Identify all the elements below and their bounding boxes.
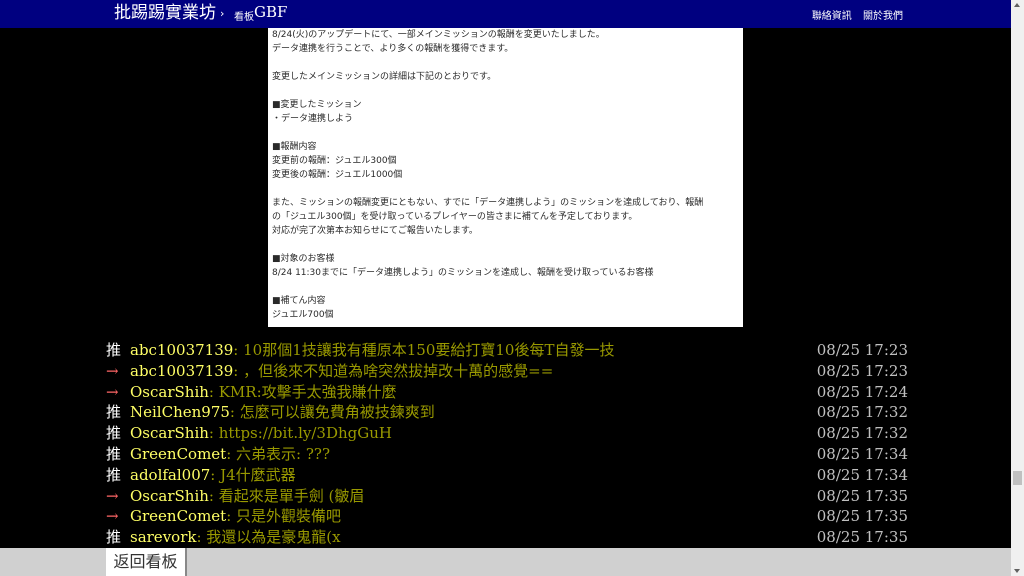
vertical-scrollbar[interactable] xyxy=(1011,0,1024,576)
comment-username: adolfal007 xyxy=(130,466,211,484)
top-links: 聯絡資訊 關於我們 xyxy=(804,7,903,22)
breadcrumb-separator: › xyxy=(220,7,225,20)
article-image-line: 8/24 11:30までに「データ連携しよう」のミッションを達成し、報酬を受け取… xyxy=(272,268,654,278)
comment-userid: OscarShih: https://bit.ly/3DhgGuH xyxy=(130,423,392,444)
article-image-line xyxy=(268,126,743,140)
comment-username: abc10037139 xyxy=(130,341,234,359)
comment-userid: OscarShih: 看起來是單手劍 (皺眉 xyxy=(130,486,364,507)
comment-userid: GreenComet: 六弟表示: ??? xyxy=(130,444,330,465)
comment-username: sarevork xyxy=(130,528,197,546)
push-comment-row: 推 OscarShih: https://bit.ly/3DhgGuH 08/25 … xyxy=(106,423,908,444)
article-image-line: ■対象のお客様 xyxy=(272,254,335,264)
comment-content: : 10那個1技讓我有種原本150要給打寶10後每T自發一技 xyxy=(233,341,615,359)
comment-content: : 我還以為是豪鬼龍(x xyxy=(196,528,341,546)
comment-username: GreenComet xyxy=(130,445,227,463)
bottom-bar: 返回看板 xyxy=(0,548,1011,576)
comment-timestamp: 08/25 17:32 xyxy=(816,424,908,442)
board-name-link[interactable]: GBF xyxy=(254,3,287,21)
site-title-link[interactable]: 批踢踢實業坊 xyxy=(114,2,216,24)
scrollbar-thumb[interactable] xyxy=(1013,471,1022,485)
comment-content: : xyxy=(208,424,219,442)
comment-content: : KMR:攻擊手太強我賺什麼 xyxy=(208,383,397,401)
article-image-line: 変更後の報酬：ジュエル1000個 xyxy=(272,170,403,180)
article-image-line: ジュエル700個 xyxy=(272,310,334,320)
push-tag: 推 xyxy=(106,403,122,421)
article-image-line: ■変更したミッション xyxy=(272,100,362,110)
push-tag: 推 xyxy=(106,466,122,484)
comment-content: : ，但後來不知道為啥突然拔掉改十萬的感覺== xyxy=(233,362,554,380)
arrow-tag: → xyxy=(106,383,119,401)
article-image-line: ■報酬内容 xyxy=(272,142,317,152)
comment-timestamp: 08/25 17:35 xyxy=(816,487,908,505)
article-image-line: ・データ連携しよう xyxy=(272,114,354,124)
arrow-tag: → xyxy=(106,487,119,505)
comment-username: GreenComet xyxy=(130,507,227,525)
comment-content: : J4什麼武器 xyxy=(210,466,296,484)
article-image-line xyxy=(268,182,743,196)
push-comment-row: 推 sarevork: 我還以為是豪鬼龍(x 08/25 17:35 xyxy=(106,527,908,548)
comment-userid: adolfal007: J4什麼武器 xyxy=(130,465,296,486)
comment-userid: GreenComet: 只是外觀裝備吧 xyxy=(130,506,341,527)
push-comment-row: → abc10037139: ，但後來不知道為啥突然拔掉改十萬的感覺== 08/25… xyxy=(106,361,908,382)
push-comment-row: 推 adolfal007: J4什麼武器 08/25 17:34 xyxy=(106,465,908,486)
comment-username: OscarShih xyxy=(130,487,209,505)
arrow-tag: → xyxy=(106,507,119,525)
comment-userid: abc10037139: ，但後來不知道為啥突然拔掉改十萬的感覺== xyxy=(130,361,553,382)
push-tag: 推 xyxy=(106,341,122,359)
comment-timestamp: 08/25 17:32 xyxy=(816,403,908,421)
comment-userid: NeilChen975: 怎麼可以讓免費角被技鍊爽到 xyxy=(130,402,435,423)
comment-username: abc10037139 xyxy=(130,362,234,380)
comment-username: NeilChen975 xyxy=(130,403,230,421)
push-comment-row: 推 NeilChen975: 怎麼可以讓免費角被技鍊爽到 08/25 17:32 xyxy=(106,402,908,423)
comment-timestamp: 08/25 17:34 xyxy=(816,445,908,463)
comment-userid: sarevork: 我還以為是豪鬼龍(x xyxy=(130,527,341,548)
comment-userid: abc10037139: 10那個1技讓我有種原本150要給打寶10後每T自發一… xyxy=(130,340,614,361)
push-comment-row: → OscarShih: KMR:攻擊手太強我賺什麼 08/25 17:24 xyxy=(106,382,908,403)
push-comment-row: 推 abc10037139: 10那個1技讓我有種原本150要給打寶10後每T自發… xyxy=(106,340,908,361)
article-image: 8/24(火)のアップデートにて、一部メインミッションの報酬を変更いたしました。… xyxy=(268,28,743,327)
comment-timestamp: 08/25 17:23 xyxy=(816,341,908,359)
comment-timestamp: 08/25 17:24 xyxy=(816,383,908,401)
about-link[interactable]: 關於我們 xyxy=(863,11,903,22)
comment-content: : 六弟表示: ??? xyxy=(226,445,330,463)
comment-username: OscarShih xyxy=(130,383,209,401)
comment-content: : 看起來是單手劍 (皺眉 xyxy=(208,487,365,505)
article-image-line: 対応が完了次第本お知らせにてご報告いたします。 xyxy=(272,226,478,236)
comment-timestamp: 08/25 17:34 xyxy=(816,466,908,484)
push-comment-row: → GreenComet: 只是外觀裝備吧 08/25 17:35 xyxy=(106,506,908,527)
comment-userid: OscarShih: KMR:攻擊手太強我賺什麼 xyxy=(130,382,397,403)
article-image-line: 変更前の報酬：ジュエル300個 xyxy=(272,156,397,166)
scroll-down-arrow-icon[interactable] xyxy=(1014,569,1020,573)
comment-timestamp: 08/25 17:35 xyxy=(816,507,908,525)
article-image-line: データ連携を行うことで、より多くの報酬を獲得できます。 xyxy=(272,44,514,54)
contact-link[interactable]: 聯絡資訊 xyxy=(812,11,852,22)
board-label: 看板 xyxy=(234,12,254,23)
article-image-line xyxy=(268,280,743,294)
push-tag: 推 xyxy=(106,528,122,546)
article-image-line: 8/24(火)のアップデートにて、一部メインミッションの報酬を変更いたしました。 xyxy=(272,30,605,40)
push-tag: 推 xyxy=(106,424,122,442)
article-image-line xyxy=(268,238,743,252)
article-image-line: また、ミッションの報酬変更にともない、すでに「データ連携しよう」のミッションを達… xyxy=(272,198,704,208)
comment-username: OscarShih xyxy=(130,424,209,442)
comment-timestamp: 08/25 17:23 xyxy=(816,362,908,380)
comment-link[interactable]: https://bit.ly/3DhgGuH xyxy=(219,424,392,442)
article-image-line: 変更したメインミッションの詳細は下記のとおりです。 xyxy=(272,72,497,82)
arrow-tag: → xyxy=(106,362,119,380)
article-image-line xyxy=(268,84,743,98)
article-image-line: ■補てん内容 xyxy=(272,296,326,306)
push-comment-row: → OscarShih: 看起來是單手劍 (皺眉 08/25 17:35 xyxy=(106,486,908,507)
push-comment-row: 推 GreenComet: 六弟表示: ??? 08/25 17:34 xyxy=(106,444,908,465)
comment-content: : 只是外觀裝備吧 xyxy=(226,507,342,525)
article-image-line xyxy=(268,56,743,70)
top-bar: 批踢踢實業坊 › 看板 GBF 聯絡資訊 關於我們 xyxy=(0,0,1011,28)
back-to-board-button[interactable]: 返回看板 xyxy=(106,548,187,576)
article-image-line: の「ジュエル300個」を受け取っているプレイヤーの皆さまに補てんを予定しておりま… xyxy=(272,212,638,222)
push-tag: 推 xyxy=(106,445,122,463)
comment-content: : 怎麼可以讓免費角被技鍊爽到 xyxy=(229,403,435,421)
scroll-up-arrow-icon[interactable] xyxy=(1014,3,1020,7)
comment-timestamp: 08/25 17:35 xyxy=(816,528,908,546)
